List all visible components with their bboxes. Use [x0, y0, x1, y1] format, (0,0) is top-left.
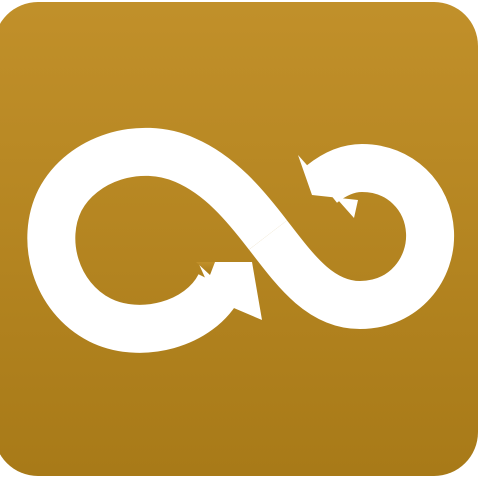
app-icon	[0, 0, 480, 480]
infinity-loop-arrows-icon	[0, 0, 480, 480]
